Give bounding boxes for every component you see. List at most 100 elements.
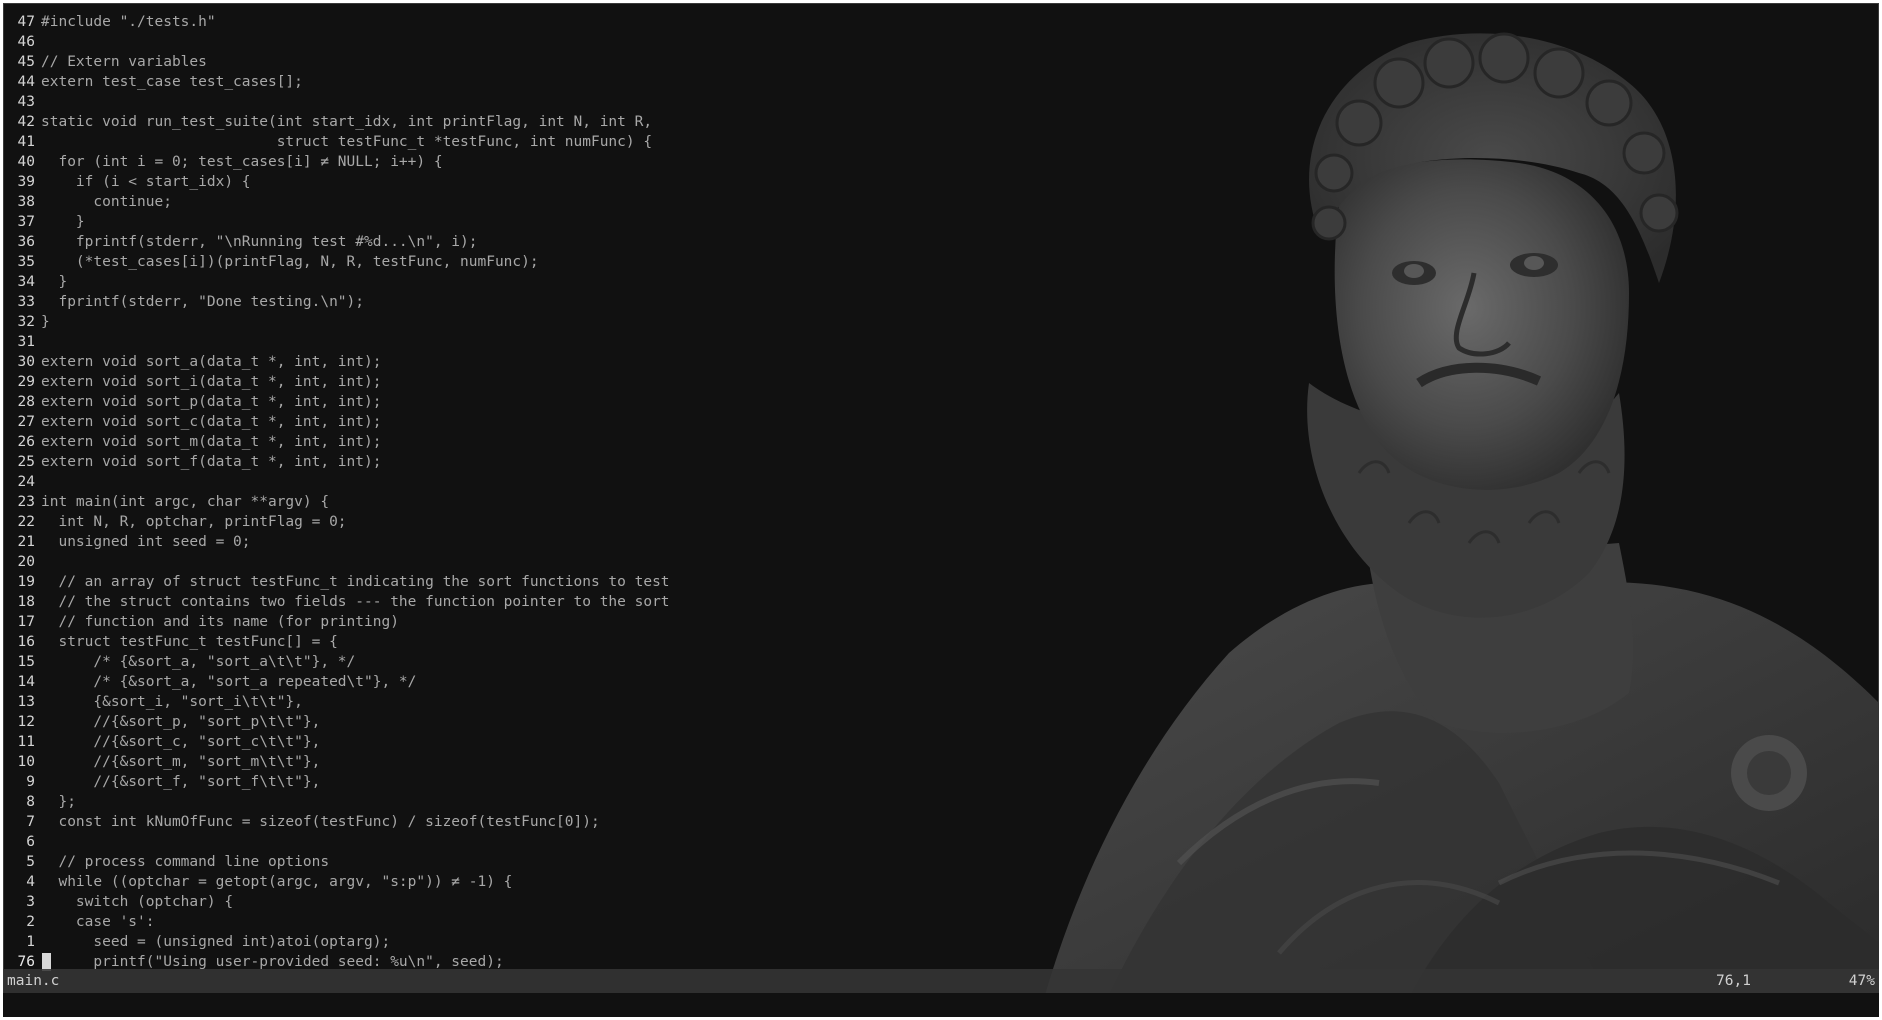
code-line[interactable]: 18 // the struct contains two fields ---… <box>3 592 670 612</box>
code-line[interactable]: 35 (*test_cases[i])(printFlag, N, R, tes… <box>3 252 670 272</box>
line-number: 41 <box>17 134 35 150</box>
code-line[interactable]: 9 //{&sort_f, "sort_f\t\t"}, <box>3 772 670 792</box>
code-line[interactable]: 20 <box>3 552 670 572</box>
code-line[interactable]: 19 // an array of struct testFunc_t indi… <box>3 572 670 592</box>
code-text: // process command line options <box>41 854 330 870</box>
code-text: }; <box>41 794 76 810</box>
code-line[interactable]: 1 seed = (unsigned int)atoi(optarg); <box>3 932 670 952</box>
code-text: extern void sort_i(data_t *, int, int); <box>41 374 382 390</box>
line-number: 1 <box>26 934 35 950</box>
status-bar: main.c 76,1 47% <box>3 969 1879 993</box>
line-number: 30 <box>17 354 35 370</box>
code-text: } <box>41 314 50 330</box>
code-text: case 's': <box>41 914 155 930</box>
code-line[interactable]: 10 //{&sort_m, "sort_m\t\t"}, <box>3 752 670 772</box>
code-line[interactable]: 34 } <box>3 272 670 292</box>
line-number: 27 <box>17 414 35 430</box>
line-number: 43 <box>17 94 35 110</box>
line-number: 36 <box>17 234 35 250</box>
line-number: 20 <box>17 554 35 570</box>
code-text: struct testFunc_t testFunc[] = { <box>41 634 338 650</box>
line-number: 11 <box>17 734 35 750</box>
code-line[interactable]: 17 // function and its name (for printin… <box>3 612 670 632</box>
code-text: //{&sort_p, "sort_p\t\t"}, <box>41 714 321 730</box>
code-line[interactable]: 7 const int kNumOfFunc = sizeof(testFunc… <box>3 812 670 832</box>
code-line[interactable]: 36 fprintf(stderr, "\nRunning test #%d..… <box>3 232 670 252</box>
code-text: int N, R, optchar, printFlag = 0; <box>41 514 347 530</box>
line-number: 46 <box>17 34 35 50</box>
line-number: 6 <box>26 834 35 850</box>
code-text: extern test_case test_cases[]; <box>41 74 303 90</box>
code-text: // function and its name (for printing) <box>41 614 399 630</box>
code-text: continue; <box>41 194 172 210</box>
line-number: 2 <box>26 914 35 930</box>
line-number: 7 <box>26 814 35 830</box>
code-text: // an array of struct testFunc_t indicat… <box>41 574 670 590</box>
code-line[interactable]: 13 {&sort_i, "sort_i\t\t"}, <box>3 692 670 712</box>
code-line[interactable]: 15 /* {&sort_a, "sort_a\t\t"}, */ <box>3 652 670 672</box>
code-line[interactable]: 44 extern test_case test_cases[]; <box>3 72 670 92</box>
code-text: } <box>41 214 85 230</box>
line-number: 15 <box>17 654 35 670</box>
code-line[interactable]: 23 int main(int argc, char **argv) { <box>3 492 670 512</box>
code-line[interactable]: 46 <box>3 32 670 52</box>
code-text: //{&sort_c, "sort_c\t\t"}, <box>41 734 321 750</box>
status-filename: main.c <box>7 973 60 989</box>
line-number: 40 <box>17 154 35 170</box>
code-line[interactable]: 3 switch (optchar) { <box>3 892 670 912</box>
code-line[interactable]: 24 <box>3 472 670 492</box>
code-line[interactable]: 41 struct testFunc_t *testFunc, int numF… <box>3 132 670 152</box>
code-line[interactable]: 29 extern void sort_i(data_t *, int, int)… <box>3 372 670 392</box>
code-line[interactable]: 14 /* {&sort_a, "sort_a repeated\t"}, */ <box>3 672 670 692</box>
code-text: //{&sort_m, "sort_m\t\t"}, <box>41 754 321 770</box>
code-editor[interactable]: 47 #include "./tests.h" 46 45// Extern vari… <box>3 12 670 972</box>
code-line[interactable]: 31 <box>3 332 670 352</box>
code-line[interactable]: 40 for (int i = 0; test_cases[i] ≠ NULL;… <box>3 152 670 172</box>
line-number: 24 <box>17 474 35 490</box>
code-line[interactable]: 45 // Extern variables <box>3 52 670 72</box>
code-line[interactable]: 8 }; <box>3 792 670 812</box>
line-number: 10 <box>17 754 35 770</box>
code-line[interactable]: 12 //{&sort_p, "sort_p\t\t"}, <box>3 712 670 732</box>
code-text: switch (optchar) { <box>41 894 234 910</box>
line-number: 37 <box>17 214 35 230</box>
terminal-window: 47 #include "./tests.h" 46 45// Extern vari… <box>3 3 1879 1017</box>
code-line[interactable]: 32} <box>3 312 670 332</box>
line-number: 4 <box>26 874 35 890</box>
code-text: } <box>41 274 68 290</box>
code-line[interactable]: 22 int N, R, optchar, printFlag = 0; <box>3 512 670 532</box>
code-line[interactable]: 25 extern void sort_f(data_t *, int, int)… <box>3 452 670 472</box>
code-line[interactable]: 26 extern void sort_m(data_t *, int, int)… <box>3 432 670 452</box>
line-number: 33 <box>17 294 35 310</box>
code-line[interactable]: 37 } <box>3 212 670 232</box>
code-text: printf("Using user-provided seed: %u\n",… <box>41 954 504 970</box>
line-number: 19 <box>17 574 35 590</box>
line-number: 34 <box>17 274 35 290</box>
line-number: 21 <box>17 534 35 550</box>
code-line[interactable]: 16 struct testFunc_t testFunc[] = { <box>3 632 670 652</box>
code-text: int main(int argc, char **argv) { <box>41 494 330 510</box>
code-line[interactable]: 42 static void run_test_suite(int start_i… <box>3 112 670 132</box>
line-number: 47 <box>17 14 35 30</box>
status-scroll-percent: 47% <box>1848 973 1875 989</box>
code-line[interactable]: 30 extern void sort_a(data_t *, int, int)… <box>3 352 670 372</box>
code-line[interactable]: 33 fprintf(stderr, "Done testing.\n"); <box>3 292 670 312</box>
code-line[interactable]: 39 if (i < start_idx) { <box>3 172 670 192</box>
code-line[interactable]: 5 // process command line options <box>3 852 670 872</box>
code-line[interactable]: 27 extern void sort_c(data_t *, int, int)… <box>3 412 670 432</box>
code-line[interactable]: 2 case 's': <box>3 912 670 932</box>
code-line[interactable]: 28 extern void sort_p(data_t *, int, int)… <box>3 392 670 412</box>
marble-bust-image <box>1039 32 1879 1017</box>
code-line[interactable]: 4 while ((optchar = getopt(argc, argv, "… <box>3 872 670 892</box>
code-line[interactable]: 21 unsigned int seed = 0; <box>3 532 670 552</box>
code-line[interactable]: 47 #include "./tests.h" <box>3 12 670 32</box>
line-number: 35 <box>17 254 35 270</box>
code-text: // Extern variables <box>41 54 207 70</box>
code-line[interactable]: 38 continue; <box>3 192 670 212</box>
code-line[interactable]: 6 <box>3 832 670 852</box>
command-line[interactable] <box>3 993 1879 1017</box>
code-text: extern void sort_a(data_t *, int, int); <box>41 354 382 370</box>
code-text: extern void sort_c(data_t *, int, int); <box>41 414 382 430</box>
code-line[interactable]: 43 <box>3 92 670 112</box>
code-line[interactable]: 11 //{&sort_c, "sort_c\t\t"}, <box>3 732 670 752</box>
